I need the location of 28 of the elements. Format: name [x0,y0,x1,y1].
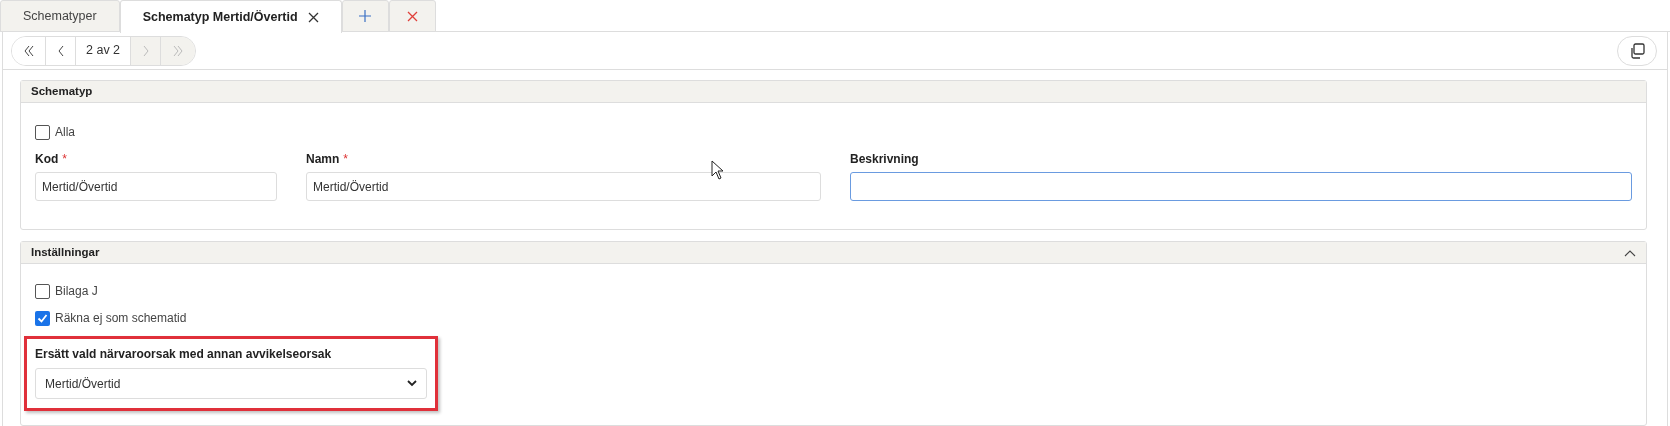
dropdown[interactable]: Mertid/Övertid [35,368,427,399]
checkbox[interactable] [35,283,50,299]
tab[interactable]: Schematyper [0,0,120,32]
field-label: Ersätt vald närvaroorsak med annan avvikelseorsak [35,346,333,363]
input-field[interactable]: Mertid/Övertid [306,172,821,201]
chevron-down-icon [407,380,417,387]
mouse-pointer-icon [711,160,725,180]
field-label: Kod * [35,151,68,168]
plus-icon [359,10,372,22]
copy-icon [1629,42,1645,59]
checkbox-label: Bilaga J [55,283,98,300]
close-icon [406,10,418,22]
field-label: Namn * [306,151,349,168]
chevron-up-icon[interactable] [1624,248,1636,257]
field-label: Beskrivning [850,151,920,168]
checkbox-label: Räkna ej som schematid [55,310,187,327]
input-field[interactable] [850,172,1632,201]
checkbox[interactable] [35,310,50,326]
input-field[interactable]: Mertid/Övertid [35,172,277,201]
first-page-button[interactable] [12,36,46,65]
checkbox[interactable] [35,124,50,140]
section-title: Schematyp [31,83,93,99]
add-tab-button[interactable] [341,0,389,32]
tab[interactable]: Schematyp Mertid/Övertid [119,0,342,33]
section-title: Inställningar [31,244,100,260]
checkbox-label: Alla [55,124,75,141]
close-all-button[interactable] [388,0,436,32]
close-icon[interactable] [307,11,319,23]
